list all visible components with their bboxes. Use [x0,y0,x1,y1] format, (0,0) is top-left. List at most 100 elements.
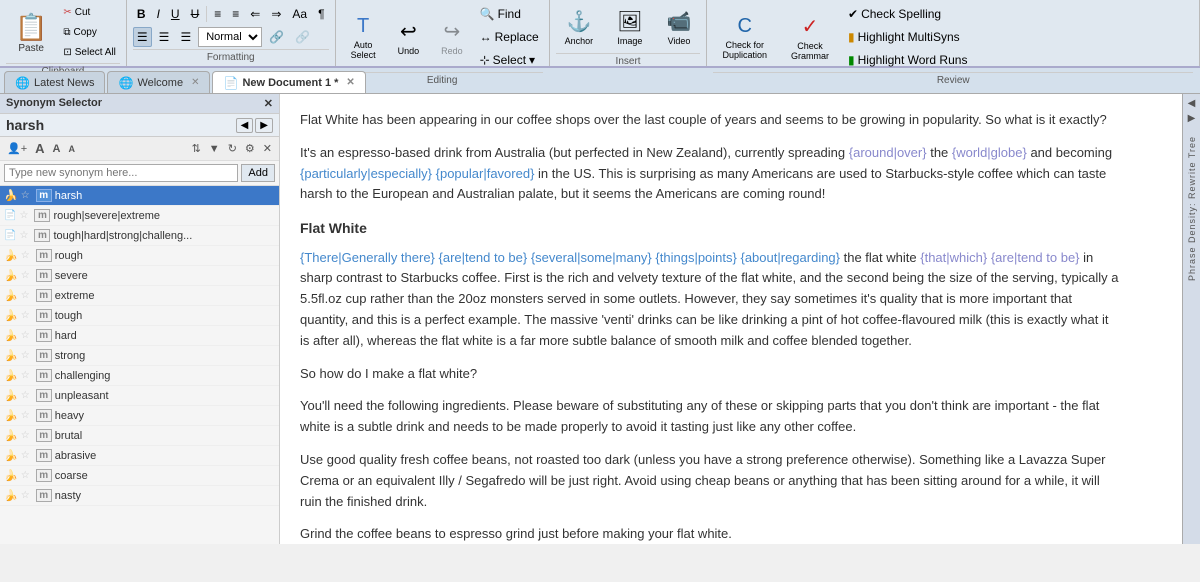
align-left-button[interactable]: ☰ [133,27,152,47]
check-grammar-button[interactable]: ✓ CheckGrammar [782,9,838,66]
syn-text-2: rough|severe|extreme [53,210,160,222]
syn-tool-font-large[interactable]: A [32,139,47,158]
synonym-toolbar: 👤+ A A A ⇅ ▼ ↻ ⚙ ✕ [0,137,279,161]
syn-star-10: ☆ [21,370,33,381]
syn-tool-refresh[interactable]: ↻ [225,140,240,157]
auto-select-button[interactable]: T AutoSelect [342,10,385,65]
synonym-nav-next[interactable]: ▶ [255,118,273,133]
underline-button[interactable]: U [167,4,184,24]
synonym-item-unpleasant[interactable]: 🍌 ☆ m unpleasant [0,386,279,406]
tab-welcome[interactable]: 🌐 Welcome ✕ [107,71,210,93]
tab-new-doc[interactable]: 📄 New Document 1 * ✕ [212,71,365,93]
synonym-panel-close[interactable]: ✕ [264,97,273,110]
syn-banana-icon-10: 🍌 [4,369,18,382]
synonym-header: Synonym Selector ✕ [0,94,279,114]
check-duplication-button[interactable]: C Check forDuplication [713,10,776,65]
select-all-button[interactable]: ⊡ Select All [59,44,120,61]
synonym-nav-prev[interactable]: ◀ [236,118,254,133]
highlight-multi-button[interactable]: ▮ Highlight MultiSyns [844,27,971,47]
paragraph-button[interactable]: ¶ [314,4,328,24]
redo-button[interactable]: ↪ Redo [432,14,472,61]
cut-button[interactable]: ✂ Cut [59,4,120,21]
paste-button[interactable]: 📋 Paste [6,5,56,61]
synonym-item-harsh[interactable]: 🍌 ☆ m harsh [0,186,279,206]
synonym-list: 🍌 ☆ m harsh 📄 ☆ m rough|severe|extreme 📄… [0,186,279,544]
syn-text-14: abrasive [55,450,97,462]
syn-m-9: m [36,349,52,362]
strikethrough-button[interactable]: U [187,4,204,24]
select-button[interactable]: ⊹ Select▾ [476,50,543,70]
style-dropdown[interactable]: Normal [198,27,262,47]
bullets-button[interactable]: ≡ [210,4,225,24]
new-doc-close-button[interactable]: ✕ [346,77,354,88]
synonym-search-input[interactable] [4,164,238,182]
replace-button[interactable]: ↔ Replace [476,27,543,47]
syn-tool-settings[interactable]: ⚙ [242,140,258,157]
synonym-item-severe[interactable]: 🍌 ☆ m severe [0,266,279,286]
para-beans: Use good quality fresh coffee beans, not… [300,450,1120,512]
synonym-item-coarse[interactable]: 🍌 ☆ m coarse [0,466,279,486]
indent-dec-button[interactable]: ⇐ [246,4,264,24]
synonym-item-rough-severe[interactable]: 📄 ☆ m rough|severe|extreme [0,206,279,226]
synonym-add-button[interactable]: Add [241,164,275,182]
syns-several: {several|some|many} [531,250,652,265]
document-area[interactable]: Flat White has been appearing in our cof… [280,94,1182,544]
synonym-word: harsh [6,117,236,133]
syn-tool-font-small[interactable]: A [65,142,78,156]
doc-heading-flat-white: Flat White [300,217,1120,239]
synonym-item-heavy[interactable]: 🍌 ☆ m heavy [0,406,279,426]
image-button[interactable]: 🖼 Image [608,4,651,51]
synonym-item-tough[interactable]: 🍌 ☆ m tough [0,306,279,326]
syn-text-13: brutal [55,430,83,442]
find-button[interactable]: 🔍 Find [476,4,543,24]
syn-star-1: ☆ [21,190,33,201]
syn-tool-close[interactable]: ✕ [260,140,275,157]
synonym-item-brutal[interactable]: 🍌 ☆ m brutal [0,426,279,446]
syn-text-5: severe [55,270,88,282]
highlight-word-button[interactable]: ▮ Highlight Word Runs [844,50,971,70]
synonym-item-challenging[interactable]: 🍌 ☆ m challenging [0,366,279,386]
check-spelling-button[interactable]: ✔ Check Spelling [844,4,971,24]
syns-around: {around|over} [849,145,927,160]
syn-page-icon-3: 📄 [4,230,16,241]
unlink-button[interactable]: 🔗 [291,27,314,47]
syn-tool-sort[interactable]: ⇅ [189,140,204,157]
synonym-item-tough-hard[interactable]: 📄 ☆ m tough|hard|strong|challeng... [0,226,279,246]
synonym-item-hard[interactable]: 🍌 ☆ m hard [0,326,279,346]
anchor-button[interactable]: ⚓ Anchor [556,4,603,51]
synonym-item-abrasive[interactable]: 🍌 ☆ m abrasive [0,446,279,466]
syns-things: {things|points} [655,250,736,265]
welcome-close-button[interactable]: ✕ [191,77,199,88]
syn-tool-add[interactable]: 👤+ [4,140,30,157]
tab-latest-news[interactable]: 🌐 Latest News [4,71,105,93]
undo-button[interactable]: ↩ Undo [389,14,429,61]
copy-button[interactable]: ⧉ Copy [59,24,120,41]
italic-button[interactable]: I [153,4,164,24]
syn-banana-icon-13: 🍌 [4,429,18,442]
align-right-button[interactable]: ☰ [176,27,195,47]
syn-tool-font-medium[interactable]: A [50,141,64,157]
syn-text-16: nasty [55,490,81,502]
numbering-button[interactable]: ≡ [228,4,243,24]
syn-star-6: ☆ [21,290,33,301]
align-center-button[interactable]: ☰ [155,27,174,47]
case-button[interactable]: Aa [288,4,311,24]
syns-there: {There|Generally there} [300,250,435,265]
synonym-item-strong[interactable]: 🍌 ☆ m strong [0,346,279,366]
synonym-item-extreme[interactable]: 🍌 ☆ m extreme [0,286,279,306]
synonym-item-rough[interactable]: 🍌 ☆ m rough [0,246,279,266]
video-button[interactable]: 📹 Video [658,4,701,51]
syn-text-6: extreme [55,290,95,302]
synonym-item-nasty[interactable]: 🍌 ☆ m nasty [0,486,279,506]
syn-m-2: m [34,209,50,222]
link-button[interactable]: 🔗 [265,27,288,47]
sidebar-arrow-up[interactable]: ◀ [1188,98,1196,109]
bold-button[interactable]: B [133,4,150,24]
syn-star-12: ☆ [21,410,33,421]
sidebar-arrow-down[interactable]: ▶ [1188,113,1196,124]
syn-banana-icon-16: 🍌 [4,489,18,502]
formatting-group: B I U U ≡ ≡ ⇐ ⇒ Aa ¶ ☰ ☰ ☰ Normal 🔗 [127,0,336,66]
syn-text-11: unpleasant [55,390,109,402]
indent-inc-button[interactable]: ⇒ [267,4,285,24]
syn-tool-filter[interactable]: ▼ [206,141,223,157]
